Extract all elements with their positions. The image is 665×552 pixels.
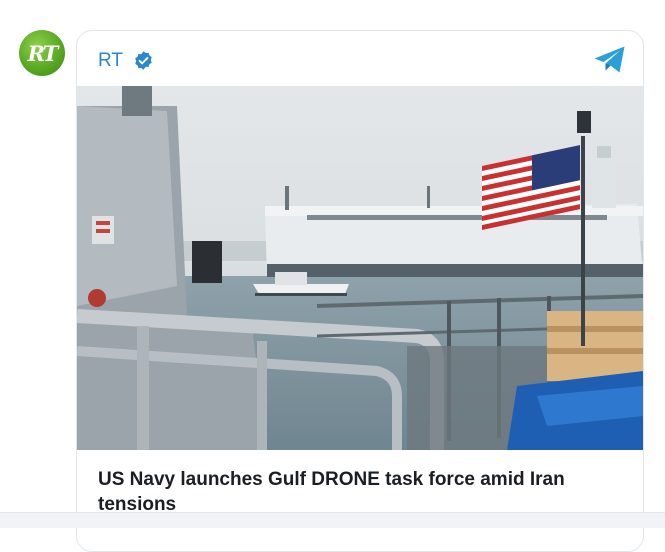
news-photo-icon xyxy=(77,86,643,450)
post-headline[interactable]: US Navy launches Gulf DRONE task force a… xyxy=(98,467,618,517)
avatar-logo-text: RT xyxy=(27,40,59,66)
post-image[interactable] xyxy=(77,86,643,450)
telegram-icon[interactable] xyxy=(593,45,627,75)
channel-name[interactable]: RT xyxy=(98,50,123,72)
channel-avatar[interactable]: RT xyxy=(19,30,65,76)
bottom-scroll-bar xyxy=(0,512,665,528)
post-header: RT xyxy=(77,31,643,87)
post-card: RT US Navy launches Gulf DRONE task forc… xyxy=(76,30,644,552)
verified-badge-icon xyxy=(135,51,152,70)
